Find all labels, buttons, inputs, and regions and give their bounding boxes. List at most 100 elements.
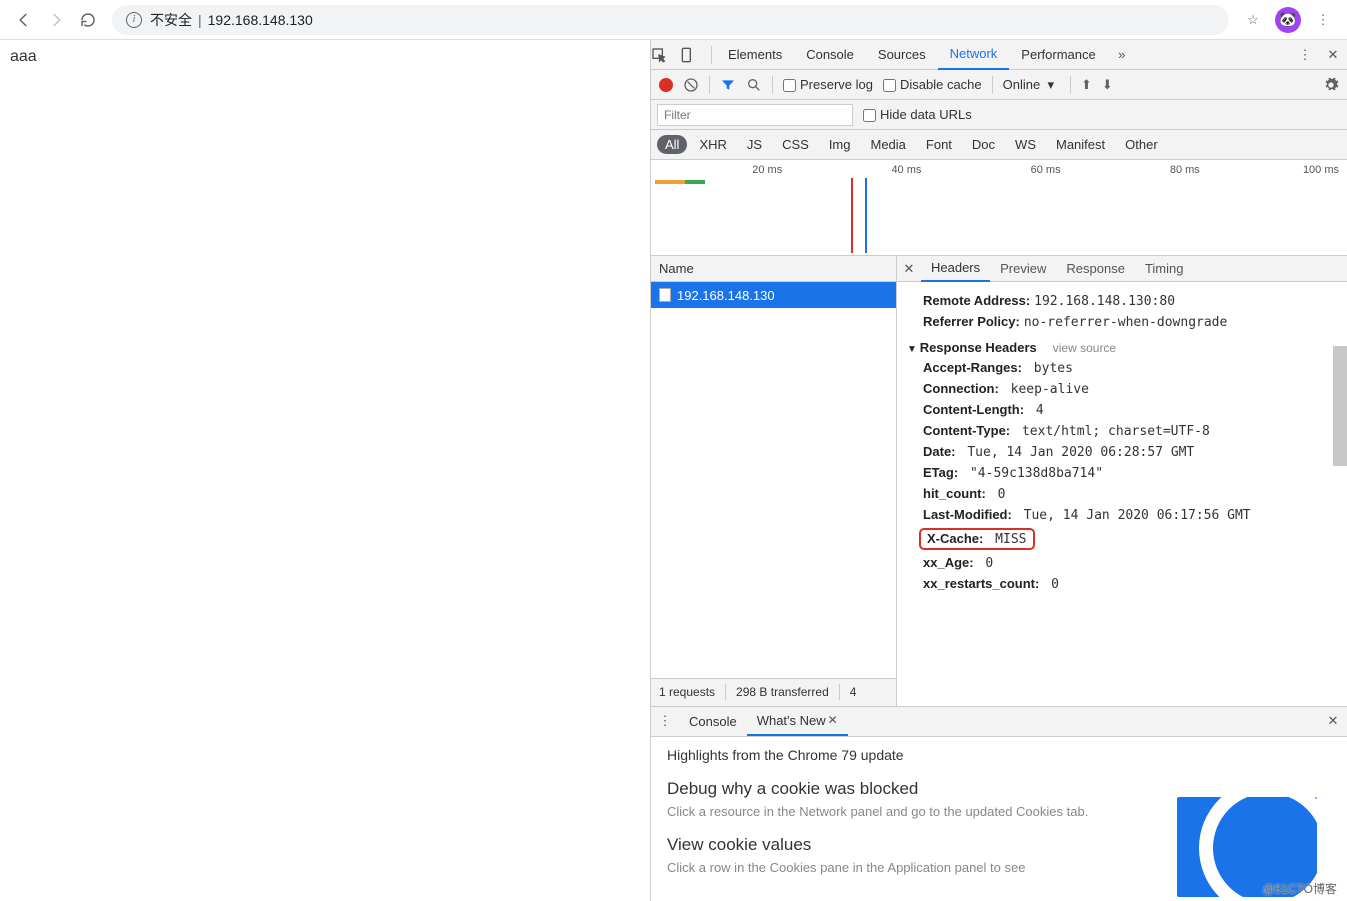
network-toolbar: Preserve log Disable cache Online ▾ ⬆ ⬇ (651, 70, 1347, 100)
detail-tab-preview[interactable]: Preview (990, 256, 1056, 282)
label: Remote Address: (923, 293, 1030, 308)
value: Tue, 14 Jan 2020 06:17:56 GMT (1016, 508, 1251, 523)
document-icon (659, 288, 671, 302)
network-split: Name 192.168.148.130 1 requests 298 B tr… (651, 256, 1347, 706)
type-ws[interactable]: WS (1007, 135, 1044, 154)
type-img[interactable]: Img (821, 135, 859, 154)
preserve-log-checkbox[interactable]: Preserve log (783, 77, 873, 92)
status-transferred: 298 B transferred (736, 685, 829, 699)
feature-desc: Click a resource in the Network panel an… (667, 803, 1107, 821)
device-icon[interactable] (679, 47, 707, 63)
value: 4 (1028, 403, 1044, 418)
forward-button[interactable] (40, 4, 72, 36)
headers-body[interactable]: Remote Address:192.168.148.130:80 Referr… (897, 282, 1347, 706)
profile-avatar[interactable]: 🐼 (1275, 7, 1301, 33)
label: Date: (923, 444, 956, 459)
header-row: ETag: "4-59c138d8ba714" (923, 465, 1337, 481)
type-js[interactable]: JS (739, 135, 770, 154)
disable-cache-checkbox[interactable]: Disable cache (883, 77, 982, 92)
response-headers-section[interactable]: Response Headersview source (907, 340, 1337, 355)
header-row: Content-Type: text/html; charset=UTF-8 (923, 423, 1337, 439)
request-name: 192.168.148.130 (677, 288, 775, 303)
more-tabs-icon[interactable]: » (1108, 47, 1136, 62)
request-detail: ✕ Headers Preview Response Timing Remote… (897, 256, 1347, 706)
tick: 80 ms (1069, 164, 1208, 176)
tab-elements[interactable]: Elements (716, 40, 794, 70)
download-har-icon[interactable]: ⬇ (1102, 77, 1113, 93)
devtools-menu-icon[interactable]: ⋮ (1291, 47, 1319, 63)
browser-toolbar: i 不安全 | 192.168.148.130 ☆ 🐼 ⋮ (0, 0, 1347, 40)
throttling-select[interactable]: Online ▾ (1003, 77, 1054, 93)
insecure-label: 不安全 (150, 10, 192, 30)
header-row: Content-Length: 4 (923, 402, 1337, 418)
reload-button[interactable] (72, 4, 104, 36)
detail-tab-response[interactable]: Response (1056, 256, 1135, 282)
upload-har-icon[interactable]: ⬆ (1081, 77, 1092, 93)
value: keep-alive (1003, 382, 1089, 397)
type-font[interactable]: Font (918, 135, 960, 154)
label: xx_Age: (923, 555, 974, 570)
type-all[interactable]: All (657, 135, 687, 154)
type-manifest[interactable]: Manifest (1048, 135, 1113, 154)
type-css[interactable]: CSS (774, 135, 817, 154)
header-row: Date: Tue, 14 Jan 2020 06:28:57 GMT (923, 444, 1337, 460)
drawer-tab-whatsnew[interactable]: What's New ✕ (747, 706, 848, 736)
clear-icon[interactable] (683, 77, 699, 93)
scrollbar-thumb[interactable] (1333, 346, 1347, 466)
menu-icon[interactable]: ⋮ (1307, 4, 1339, 36)
star-icon[interactable]: ☆ (1237, 4, 1269, 36)
value: bytes (1026, 361, 1073, 376)
detail-tab-timing[interactable]: Timing (1135, 256, 1194, 282)
close-drawer-icon[interactable]: ✕ (1319, 713, 1347, 729)
label: Referrer Policy: (923, 314, 1020, 329)
value: Tue, 14 Jan 2020 06:28:57 GMT (960, 445, 1195, 460)
settings-icon[interactable] (1323, 77, 1339, 93)
feature-title: Debug why a cookie was blocked (667, 779, 1331, 799)
network-timeline[interactable]: 20 ms 40 ms 60 ms 80 ms 100 ms (651, 160, 1347, 256)
request-list: Name 192.168.148.130 1 requests 298 B tr… (651, 256, 897, 706)
separator (711, 46, 712, 64)
header-row: xx_Age: 0 (923, 555, 1337, 571)
tick: 60 ms (929, 164, 1068, 176)
type-other[interactable]: Other (1117, 135, 1166, 154)
close-devtools-icon[interactable]: ✕ (1319, 47, 1347, 63)
separator: | (198, 12, 202, 28)
request-row[interactable]: 192.168.148.130 (651, 282, 896, 308)
back-button[interactable] (8, 4, 40, 36)
detail-tab-headers[interactable]: Headers (921, 256, 990, 282)
tab-network[interactable]: Network (938, 40, 1010, 70)
type-media[interactable]: Media (862, 135, 913, 154)
page-content: aaa (0, 40, 650, 901)
tab-sources[interactable]: Sources (866, 40, 938, 70)
label: Connection: (923, 381, 999, 396)
detail-tabs: ✕ Headers Preview Response Timing (897, 256, 1347, 282)
search-icon[interactable] (746, 77, 762, 93)
drawer-tab-console[interactable]: Console (679, 706, 747, 736)
separator (709, 76, 710, 94)
page-text: aaa (10, 48, 37, 65)
close-detail-icon[interactable]: ✕ (897, 261, 921, 277)
tab-console[interactable]: Console (794, 40, 866, 70)
record-button[interactable] (659, 78, 673, 92)
close-icon[interactable]: ✕ (828, 713, 838, 727)
type-xhr[interactable]: XHR (691, 135, 734, 154)
name-column-header[interactable]: Name (651, 256, 896, 282)
label: Content-Length: (923, 402, 1024, 417)
value: 0 (978, 556, 994, 571)
drawer-menu-icon[interactable]: ⋮ (651, 713, 679, 729)
info-icon: i (126, 12, 142, 28)
devtools-tabs: Elements Console Sources Network Perform… (651, 40, 1347, 70)
header-row: X-Cache: MISS (907, 528, 1337, 550)
value: 0 (1043, 577, 1059, 592)
type-doc[interactable]: Doc (964, 135, 1003, 154)
filter-input[interactable] (657, 104, 853, 126)
inspect-icon[interactable] (651, 47, 679, 63)
label: X-Cache: (927, 531, 983, 546)
hide-data-urls-checkbox[interactable]: Hide data URLs (863, 107, 972, 122)
label: xx_restarts_count: (923, 576, 1039, 591)
filter-icon[interactable] (720, 77, 736, 93)
tab-performance[interactable]: Performance (1009, 40, 1107, 70)
tick: 100 ms (1208, 164, 1347, 176)
view-source-link[interactable]: view source (1053, 341, 1116, 355)
address-bar[interactable]: i 不安全 | 192.168.148.130 (112, 5, 1229, 35)
